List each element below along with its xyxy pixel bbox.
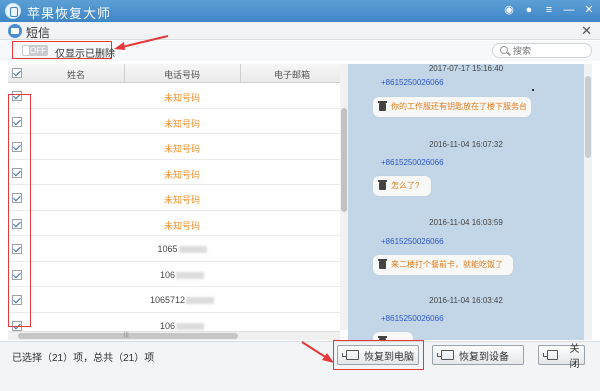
- restore-button-highlight-annotation: [333, 340, 424, 370]
- restore-to-device-button[interactable]: 恢复到设备: [432, 345, 524, 365]
- table-horizontal-scrollbar[interactable]: |||: [8, 331, 340, 340]
- deleted-trash-icon: [378, 101, 387, 111]
- message-text: 怎么了?: [391, 181, 420, 190]
- message-timestamp: 2016-11-04 16:07:32: [429, 140, 503, 149]
- annotation-arrow-icon: [114, 35, 169, 50]
- app-logo-icon: [5, 3, 21, 19]
- phone-number-cell: 1065: [124, 244, 240, 254]
- redacted-digits: [178, 246, 207, 254]
- phone-number-cell: 未知号码: [124, 117, 240, 130]
- decorative-dot: [532, 89, 534, 91]
- restore-to-device-label: 恢复到设备: [459, 351, 509, 363]
- message-sender: +8615250026066: [381, 237, 444, 246]
- phone-number-cell: 未知号码: [124, 193, 240, 206]
- message-bubble[interactable]: 来二楼打个餐前卡，就能吃饭了: [373, 255, 513, 275]
- redacted-digits: [176, 322, 205, 330]
- select-all-checkbox[interactable]: [12, 68, 22, 78]
- phone-number-text: 未知号码: [163, 118, 200, 129]
- redacted-digits: [186, 297, 215, 305]
- filter-bar: OFF 仅显示已删除: [0, 41, 600, 61]
- deleted-only-filter[interactable]: OFF 仅显示已删除: [12, 41, 115, 60]
- scroll-thumb[interactable]: [585, 76, 591, 158]
- table-row[interactable]: 1065: [8, 236, 344, 262]
- message-timestamp: 2016-11-04 16:03:59: [429, 218, 503, 227]
- message-text: 来二楼打个餐前卡，就能吃饭了: [391, 260, 503, 269]
- phone-number-text: 1065: [157, 244, 178, 254]
- app-title: 苹果恢复大师: [27, 6, 112, 21]
- table-row[interactable]: 1065712: [8, 287, 344, 313]
- message-bubble[interactable]: 你的工作服还有钥匙放在了楼下服务台: [373, 97, 531, 117]
- window-controls: ◉ ● ≡ — ✕: [502, 3, 596, 17]
- deleted-only-toggle[interactable]: OFF: [22, 45, 48, 56]
- close-label: 关闭: [569, 344, 580, 370]
- section-close-icon[interactable]: ✕: [581, 23, 592, 39]
- menu-icon[interactable]: ≡: [542, 3, 556, 17]
- deleted-only-label: 仅显示已删除: [55, 49, 115, 60]
- phone-number-cell: 未知号码: [124, 142, 240, 155]
- chat-icon[interactable]: ●: [522, 3, 536, 17]
- sms-icon: [8, 24, 22, 38]
- title-bar: 苹果恢复大师 ◉ ● ≡ — ✕: [0, 0, 600, 22]
- minimize-icon[interactable]: —: [562, 3, 576, 17]
- table-row[interactable]: 未知号码: [8, 134, 344, 160]
- message-sender: +8615250026066: [381, 314, 444, 323]
- table-row[interactable]: 未知号码: [8, 160, 344, 185]
- phone-number-cell: 未知号码: [124, 91, 240, 104]
- selection-status: 已选择（21）项，总共（21）项: [12, 353, 155, 364]
- phone-number-cell: 106: [124, 321, 240, 331]
- deleted-trash-icon: [378, 180, 387, 190]
- phone-number-cell: 106: [124, 270, 240, 280]
- phone-number-cell: 未知号码: [124, 168, 240, 181]
- table-row[interactable]: 未知号码: [8, 109, 344, 134]
- table-row[interactable]: 未知号码: [8, 185, 344, 211]
- column-header-phone[interactable]: 电话号码: [124, 68, 240, 81]
- message-bubble[interactable]: [373, 332, 413, 340]
- table-row[interactable]: 未知号码: [8, 83, 344, 109]
- scroll-thumb[interactable]: [341, 108, 347, 212]
- table-header: 姓名 电话号码 电子邮箱: [8, 64, 344, 83]
- search-input[interactable]: [513, 44, 583, 57]
- checkbox-highlight-annotation: [8, 94, 31, 327]
- phone-number-text: 1065712: [149, 295, 186, 305]
- message-timestamp: 2016-11-04 16:03:42: [429, 296, 503, 305]
- deleted-trash-icon: [378, 259, 387, 269]
- column-header-email[interactable]: 电子邮箱: [240, 68, 344, 81]
- phone-number-text: 106: [159, 269, 176, 280]
- phone-number-text: 未知号码: [163, 220, 200, 231]
- exit-icon: [543, 350, 558, 360]
- message-text: 你的工作服还有钥匙放在了楼下服务台: [391, 102, 527, 111]
- phone-number-text: 未知号码: [163, 195, 200, 205]
- phone-number-text: 未知号码: [163, 93, 200, 103]
- device-icon: [437, 350, 454, 360]
- message-bubble[interactable]: 怎么了?: [373, 176, 431, 196]
- message-scrollbar[interactable]: [584, 64, 592, 340]
- section-header: 短信 ✕: [0, 22, 600, 40]
- message-timestamp: 2017-07-17 15:16:40: [428, 64, 504, 73]
- phone-number-text: 106: [159, 320, 176, 331]
- phone-number-text: 未知号码: [163, 144, 200, 154]
- annotation-arrow-icon: [301, 341, 334, 363]
- phone-number-cell: 1065712: [124, 295, 240, 305]
- weibo-icon[interactable]: ◉: [502, 3, 516, 17]
- message-sender: +8615250026066: [381, 78, 444, 87]
- message-sender: +8615250026066: [381, 158, 444, 167]
- column-header-name[interactable]: 姓名: [28, 68, 124, 81]
- close-button[interactable]: 关闭: [538, 344, 585, 370]
- message-panel: 2017-07-17 15:16:40 +8615250026066 你的工作服还有…: [348, 64, 584, 340]
- phone-number-text: 未知号码: [163, 169, 200, 180]
- search-box[interactable]: [492, 43, 592, 58]
- search-icon: [500, 46, 508, 54]
- sms-contact-table: 姓名 电话号码 电子邮箱 未知号码 未知号码 未知号码 未知号码 未知号码 未知号码 106…: [8, 64, 344, 341]
- close-icon[interactable]: ✕: [582, 3, 596, 17]
- section-title: 短信: [26, 26, 51, 40]
- scroll-grip: |||: [124, 332, 129, 338]
- redacted-digits: [176, 271, 205, 279]
- table-vertical-scrollbar[interactable]: [340, 64, 348, 330]
- table-row[interactable]: 未知号码: [8, 211, 344, 236]
- phone-number-cell: 未知号码: [124, 219, 240, 232]
- table-row[interactable]: 106: [8, 262, 344, 287]
